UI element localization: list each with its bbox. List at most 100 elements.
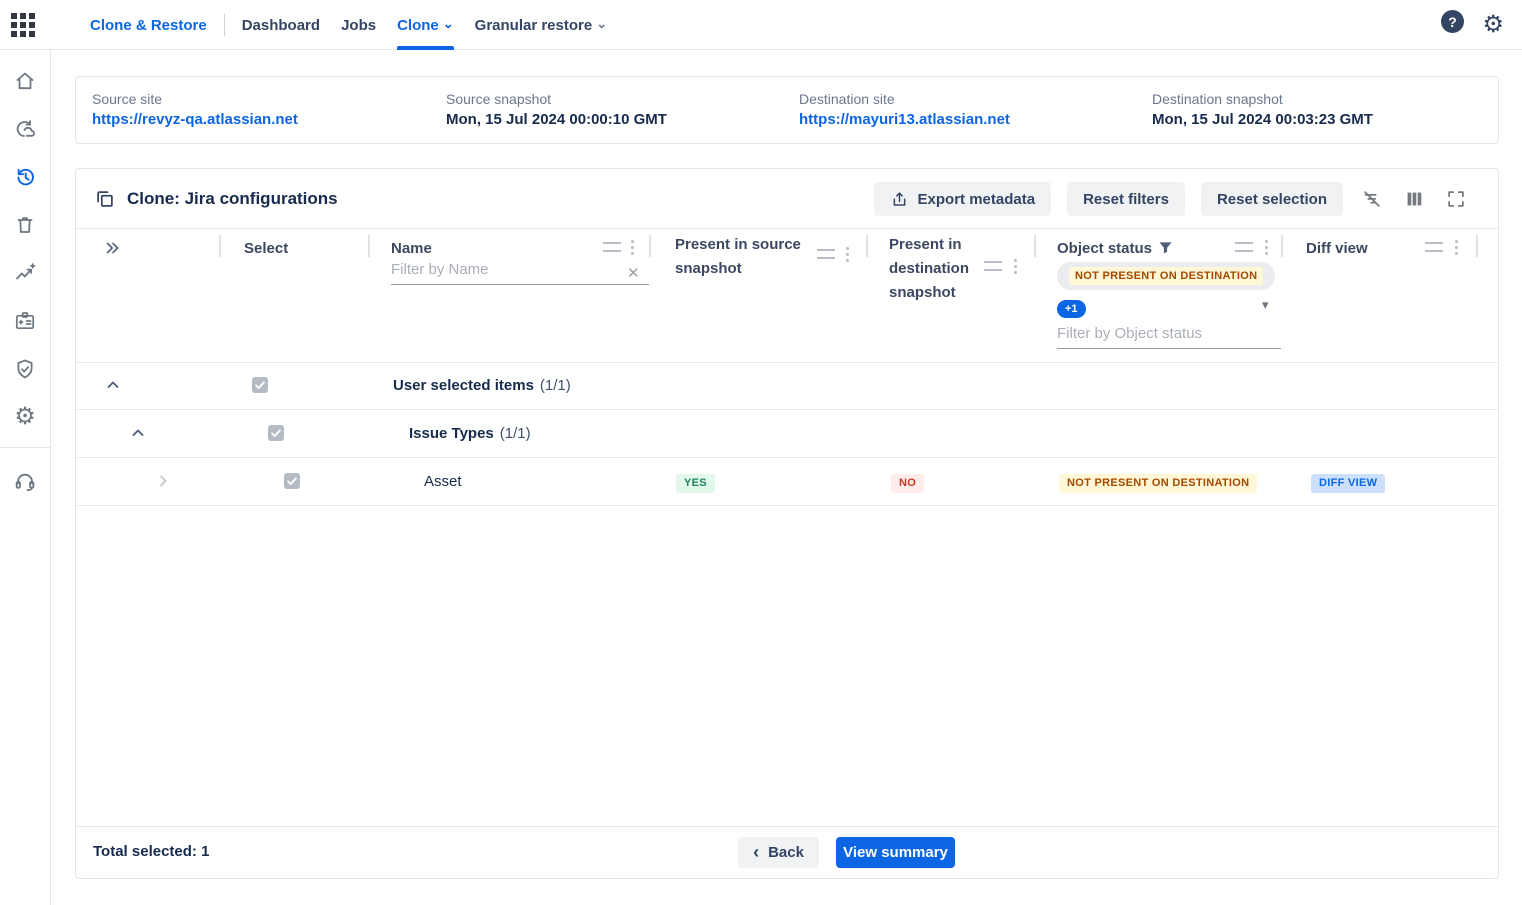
chevron-left-icon: ‹: [753, 843, 759, 861]
clear-filter-icon[interactable]: ✕: [627, 264, 640, 282]
chevron-down-icon: ⌄: [596, 17, 607, 30]
object-status-filter-chip[interactable]: NOT PRESENT ON DESTINATION: [1057, 262, 1275, 290]
column-resize-handle[interactable]: [817, 249, 835, 259]
column-divider: [1034, 235, 1036, 257]
id-badge-icon[interactable]: [12, 308, 38, 334]
fullscreen-icon[interactable]: [1443, 186, 1469, 212]
row-checkbox[interactable]: [252, 377, 268, 393]
column-menu-icon[interactable]: [1265, 246, 1268, 249]
check-icon: [286, 475, 298, 487]
column-divider: [368, 235, 370, 257]
total-selected: Total selected: 1: [93, 843, 209, 860]
analytics-icon[interactable]: [12, 260, 38, 286]
nav-clone[interactable]: Clone ⌄: [397, 0, 454, 50]
collapse-chevron-icon[interactable]: [104, 376, 122, 394]
reset-selection-button[interactable]: Reset selection: [1201, 182, 1343, 216]
check-icon: [254, 379, 266, 391]
column-object-status: Object status: [1057, 237, 1173, 261]
column-resize-handle[interactable]: [1425, 242, 1443, 252]
destination-snapshot-label: Destination snapshot: [1152, 91, 1283, 107]
row-divider: [76, 362, 1498, 363]
present-in-source-badge: YES: [676, 474, 715, 493]
column-divider: [1281, 235, 1283, 257]
column-present-destination: Present in destination snapshot: [889, 233, 979, 305]
copy-icon: [94, 188, 116, 210]
row-divider: [76, 505, 1498, 506]
clone-configurations-panel: Clone: Jira configurations Export metada…: [75, 168, 1499, 879]
object-status-filter-input[interactable]: [1057, 321, 1281, 349]
row-group-issue-types: Issue Types(1/1): [409, 425, 531, 442]
total-selected-value: 1: [201, 843, 209, 860]
filter-off-icon[interactable]: [1359, 186, 1385, 212]
trash-icon[interactable]: [12, 212, 38, 238]
expand-chevron-icon[interactable]: [154, 472, 172, 490]
check-icon: [270, 427, 282, 439]
help-icon[interactable]: ?: [1441, 10, 1464, 33]
columns-view-icon[interactable]: [1401, 186, 1427, 212]
export-metadata-button[interactable]: Export metadata: [874, 182, 1052, 216]
history-icon[interactable]: [12, 164, 38, 190]
column-resize-handle[interactable]: [984, 261, 1002, 271]
column-menu-icon[interactable]: [1455, 246, 1458, 249]
top-navigation-bar: Clone & Restore Dashboard Jobs Clone ⌄ G…: [0, 0, 1522, 50]
export-icon: [890, 190, 909, 209]
column-menu-icon[interactable]: [1014, 265, 1017, 268]
sidebar-divider: [0, 447, 50, 448]
sidebar: ⚙: [0, 0, 51, 905]
more-filters-badge[interactable]: +1: [1057, 300, 1086, 318]
app-screen: ⚙ Clone & Restore Dashboard Jobs Clone ⌄: [0, 0, 1522, 905]
column-resize-handle[interactable]: [603, 242, 621, 252]
home-icon[interactable]: [12, 68, 38, 94]
panel-header: Clone: Jira configurations Export metada…: [76, 169, 1498, 229]
row-checkbox[interactable]: [268, 425, 284, 441]
column-select: Select: [244, 237, 288, 261]
row-checkbox[interactable]: [284, 473, 300, 489]
source-site-link[interactable]: https://revyz-qa.atlassian.net: [92, 111, 298, 128]
diff-view-link[interactable]: DIFF VIEW: [1311, 474, 1385, 493]
filter-funnel-icon: [1158, 240, 1173, 255]
nav-dashboard[interactable]: Dashboard: [242, 0, 320, 50]
row-group-user-selected: User selected items(1/1): [393, 377, 571, 394]
view-summary-button[interactable]: View summary: [836, 837, 955, 868]
name-filter-input[interactable]: [391, 257, 649, 285]
column-diff-view: Diff view: [1306, 237, 1368, 261]
destination-site-link[interactable]: https://mayuri13.atlassian.net: [799, 111, 1010, 128]
chevron-down-icon: ⌄: [443, 17, 454, 30]
nav-granular-restore[interactable]: Granular restore ⌄: [475, 0, 607, 50]
collapse-chevron-icon[interactable]: [129, 424, 147, 442]
main-nav: Clone & Restore Dashboard Jobs Clone ⌄ G…: [90, 0, 628, 50]
settings-gear-icon[interactable]: ⚙: [1482, 7, 1504, 43]
clone-restore-icon[interactable]: [12, 116, 38, 142]
destination-snapshot-value: Mon, 15 Jul 2024 00:03:23 GMT: [1152, 111, 1373, 128]
column-resize-handle[interactable]: [1235, 242, 1253, 252]
snapshot-info-bar: Source site https://revyz-qa.atlassian.n…: [75, 76, 1499, 144]
panel-actions: Export metadata Reset filters Reset sele…: [874, 182, 1469, 216]
row-divider: [76, 409, 1498, 410]
dropdown-caret-icon[interactable]: ▾: [1262, 297, 1269, 313]
column-menu-icon[interactable]: [631, 246, 634, 249]
destination-site-label: Destination site: [799, 91, 895, 107]
gear-glyph: ⚙: [14, 405, 36, 429]
row-divider: [76, 457, 1498, 458]
panel-title: Clone: Jira configurations: [94, 169, 338, 229]
source-snapshot-value: Mon, 15 Jul 2024 00:00:10 GMT: [446, 111, 667, 128]
expand-all-icon[interactable]: [103, 238, 123, 258]
column-present-source: Present in source snapshot: [675, 233, 810, 281]
app-title-link[interactable]: Clone & Restore: [90, 17, 207, 34]
source-site-label: Source site: [92, 91, 162, 107]
column-divider: [866, 235, 868, 257]
app-switcher-icon[interactable]: [11, 13, 36, 38]
column-menu-icon[interactable]: [846, 253, 849, 256]
source-snapshot-label: Source snapshot: [446, 91, 551, 107]
row-item-asset: Asset: [424, 473, 462, 490]
back-button[interactable]: ‹ Back: [738, 837, 819, 868]
panel-footer: Total selected: 1 ‹ Back View summary: [76, 826, 1498, 878]
shield-check-icon[interactable]: [12, 356, 38, 382]
present-in-destination-badge: NO: [891, 474, 924, 493]
column-divider: [219, 235, 221, 257]
settings-icon[interactable]: ⚙: [12, 404, 38, 430]
reset-filters-button[interactable]: Reset filters: [1067, 182, 1185, 216]
support-icon[interactable]: [12, 468, 38, 494]
nav-jobs[interactable]: Jobs: [341, 0, 376, 50]
column-divider: [649, 235, 651, 257]
